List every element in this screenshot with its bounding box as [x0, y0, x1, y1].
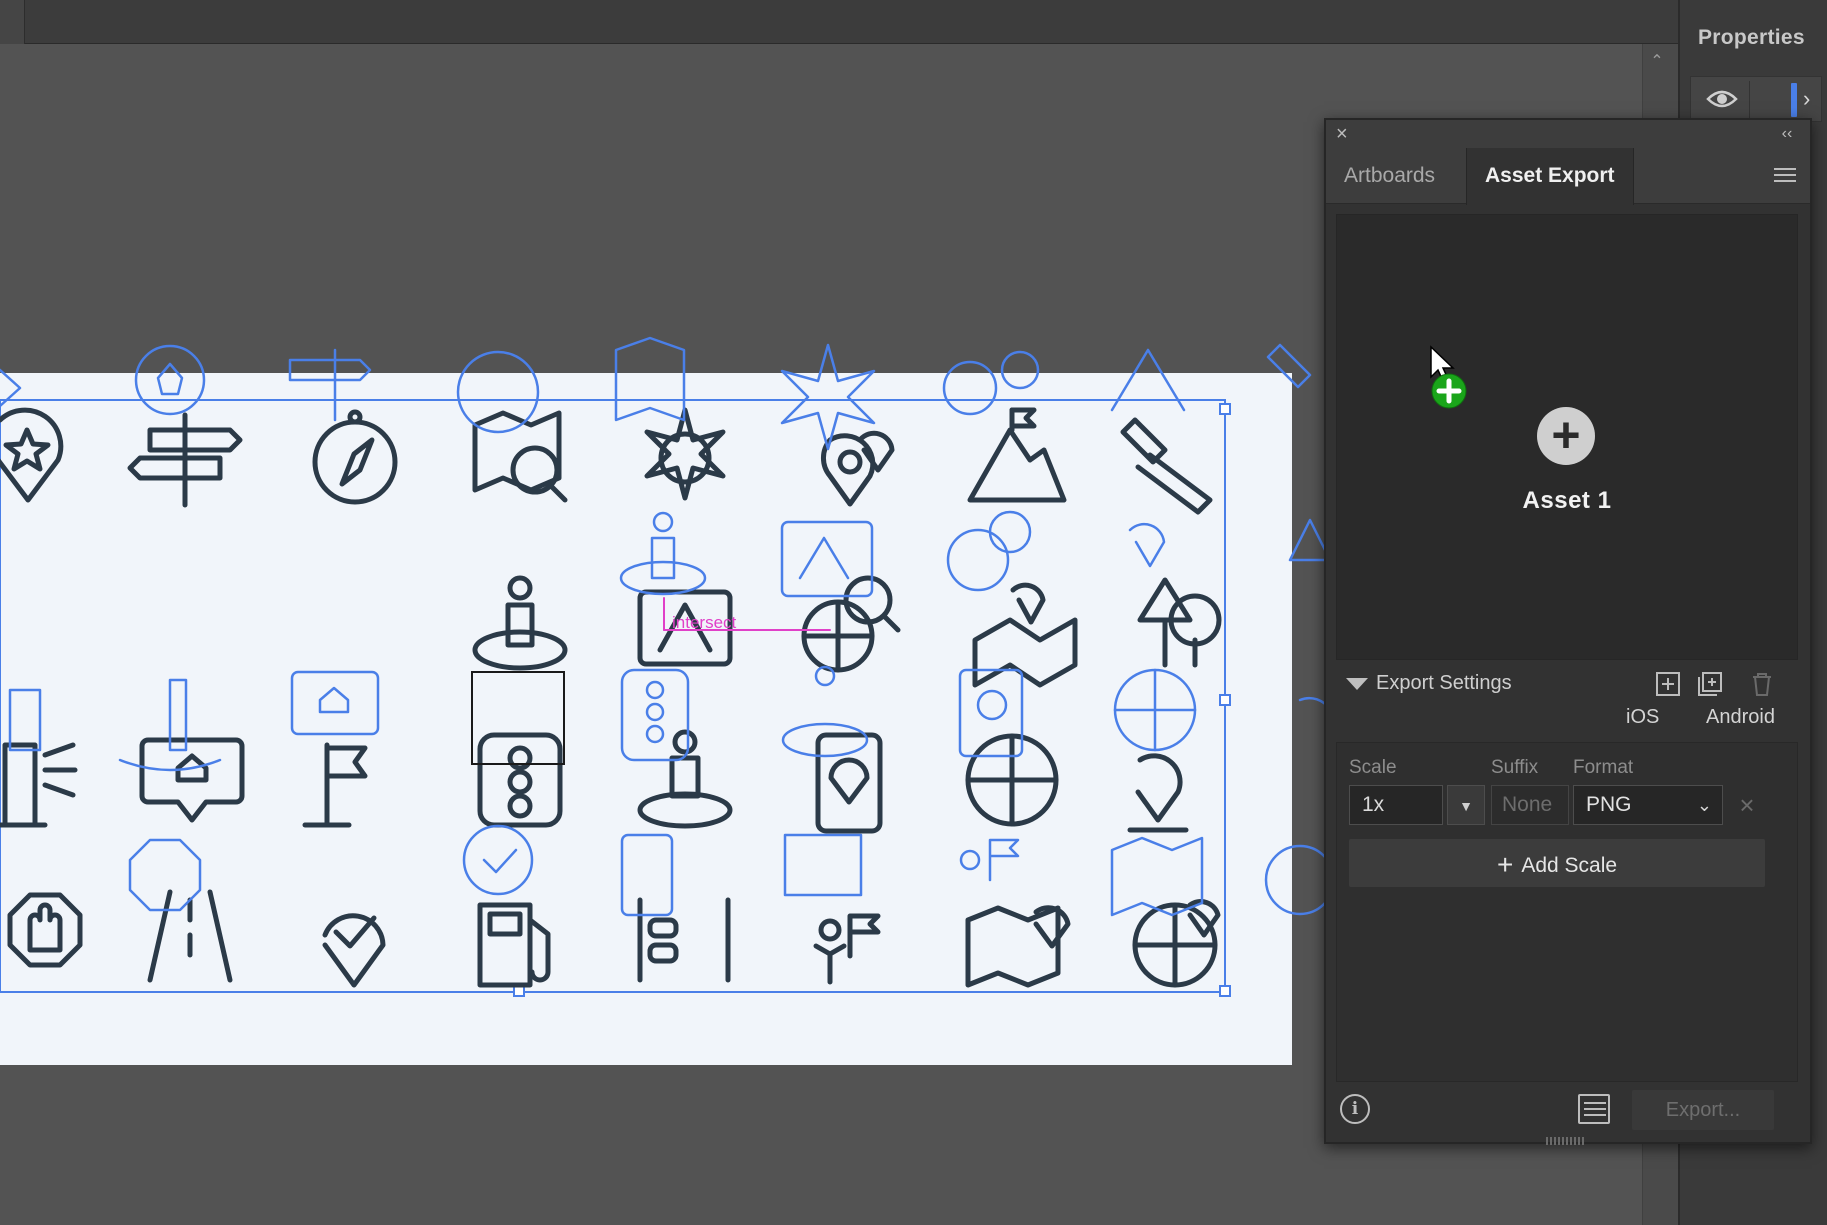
layer-row[interactable]: ›	[1690, 76, 1822, 122]
export-for-screens-icon[interactable]	[1578, 1094, 1610, 1124]
platform-ios[interactable]: iOS	[1626, 706, 1659, 729]
scale-settings: Scale Suffix Format 1x ▼ None PNG ⌄ × + A…	[1336, 742, 1798, 1082]
icon-artwork[interactable]: intersect	[0, 336, 1336, 1000]
tab-artboards[interactable]: Artboards	[1326, 148, 1453, 204]
selection-handle[interactable]	[1219, 985, 1231, 997]
layer-color-swatch	[1791, 83, 1797, 117]
document-tab-bar	[0, 0, 1678, 44]
selection-handle[interactable]	[1219, 694, 1231, 706]
export-settings-label: Export Settings	[1376, 672, 1512, 694]
export-settings-header[interactable]: Export Settings	[1336, 660, 1798, 710]
add-scale-label: Add Scale	[1521, 854, 1618, 877]
format-select[interactable]: PNG ⌄	[1573, 785, 1723, 825]
info-icon[interactable]: i	[1340, 1094, 1370, 1124]
collapse-panel-icon[interactable]: ‹‹	[1776, 123, 1798, 145]
format-column-header: Format	[1573, 757, 1634, 778]
trash-icon[interactable]	[1748, 670, 1776, 698]
export-button[interactable]: Export...	[1632, 1090, 1774, 1130]
tab-asset-export[interactable]: Asset Export	[1466, 148, 1634, 205]
tab-bar-edge	[0, 0, 25, 44]
icon-row-1	[0, 407, 1213, 515]
panel-menu-icon[interactable]	[1774, 164, 1800, 188]
plus-icon: +	[1496, 849, 1514, 880]
panel-header[interactable]: × ‹‹	[1326, 120, 1810, 148]
format-value: PNG	[1586, 793, 1632, 816]
smart-guide-label: intersect	[672, 613, 737, 632]
asset-drop-area[interactable]: + Asset 1	[1336, 214, 1798, 660]
scale-column-header: Scale	[1349, 757, 1397, 778]
properties-title[interactable]: Properties	[1698, 26, 1805, 50]
icon-row-4	[7, 889, 1221, 988]
disclosure-triangle-icon[interactable]	[1346, 678, 1368, 690]
chevron-down-icon: ⌄	[1696, 795, 1712, 815]
icon-row-3-ghost	[8, 665, 1332, 772]
suffix-input[interactable]: None	[1491, 785, 1569, 825]
chevron-right-icon[interactable]: ›	[1803, 85, 1819, 113]
scale-input[interactable]: 1x	[1349, 785, 1443, 825]
close-icon[interactable]: ×	[1336, 122, 1356, 146]
selection-handle[interactable]	[1219, 403, 1231, 415]
asset-export-panel: × ‹‹ Artboards Asset Export + Asset 1 Ex…	[1324, 118, 1812, 1145]
platform-android[interactable]: Android	[1706, 706, 1775, 729]
add-multiple-icon[interactable]	[1696, 670, 1724, 698]
resize-grip-icon[interactable]	[1546, 1132, 1590, 1145]
icon-row-3	[0, 729, 1189, 834]
scroll-up-icon[interactable]: ⌃	[1644, 48, 1670, 76]
suffix-column-header: Suffix	[1491, 757, 1539, 778]
divider	[1749, 81, 1750, 119]
add-to-export-icon[interactable]	[1654, 670, 1682, 698]
add-asset-icon[interactable]: +	[1537, 407, 1595, 465]
asset-label[interactable]: Asset 1	[1467, 487, 1667, 515]
icon-row-4-ghost	[128, 824, 1336, 917]
add-scale-button[interactable]: + Add Scale	[1349, 839, 1765, 887]
scale-dropdown-icon[interactable]: ▼	[1447, 785, 1485, 825]
panel-footer: i Export...	[1326, 1082, 1810, 1134]
eye-icon[interactable]	[1705, 85, 1739, 113]
drag-add-cursor-icon	[1430, 345, 1467, 409]
panel-tabs: Artboards Asset Export	[1326, 148, 1810, 205]
remove-scale-icon[interactable]: ×	[1733, 785, 1761, 825]
icon-row-2	[472, 575, 1222, 688]
